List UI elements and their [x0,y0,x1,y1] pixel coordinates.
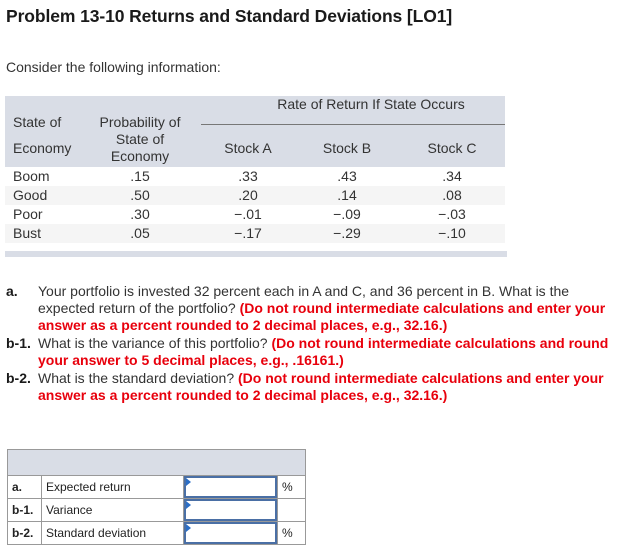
rate-of-return-header: Rate of Return If State Occurs [5,96,505,112]
question-b2: b-2. What is the standard deviation? (Do… [6,370,628,404]
table-row: Boom .15 .33 .43 .34 [5,167,505,186]
question-a: a. Your portfolio is invested 32 percent… [6,283,628,334]
stock-a-cell: −.01 [234,206,262,222]
question-label: a. [6,283,18,299]
probability-cell: .50 [130,187,150,203]
expected-return-input[interactable] [186,478,275,496]
stock-a-cell: .33 [238,168,258,184]
stock-c-cell: −.03 [438,206,466,222]
rate-of-return-label: Rate of Return If State Occurs [277,96,465,112]
state-cell: Boom [13,168,50,184]
probability-cell: .15 [130,168,150,184]
state-cell: Poor [13,206,43,222]
answer-description: Expected return [42,476,184,498]
answer-label: a. [8,476,42,498]
expected-return-field [184,476,277,498]
answer-row-expected-return: a. Expected return % [8,476,305,499]
variance-input[interactable] [186,501,275,519]
probability-cell: .05 [130,225,150,241]
stock-b-cell: .43 [337,168,357,184]
answer-description: Standard deviation [42,522,184,544]
stock-c-cell: .08 [442,187,462,203]
state-cell: Bust [13,225,42,241]
answer-table-header [8,450,305,476]
stock-b-cell: −.09 [333,206,361,222]
answer-row-variance: b-1. Variance [8,499,305,522]
stock-b-cell: −.29 [333,225,361,241]
question-body: What is the standard deviation? (Do not … [38,370,628,404]
table-row: Good .50 .20 .14 .08 [5,186,505,205]
answer-description: Variance [42,499,184,521]
answer-label: b-2. [8,522,42,544]
standard-deviation-input[interactable] [186,524,275,542]
standard-deviation-field [184,522,277,544]
question-text: What is the variance of this portfolio? [38,335,268,351]
stock-a-cell: −.17 [234,225,262,241]
stock-b-header: Stock B [322,140,372,156]
state-header-line1: State of [13,114,62,130]
answer-label: b-1. [8,499,42,521]
stock-c-cell: .34 [442,168,462,184]
problem-title: Problem 13-10 Returns and Standard Devia… [6,6,453,26]
stock-c-header: Stock C [427,140,477,156]
table-footer-bar [5,251,507,257]
stock-b-cell: .14 [337,187,357,203]
stock-a-header: Stock A [224,140,272,156]
question-body: What is the variance of this portfolio? … [38,335,628,369]
table-row: Bust .05 −.17 −.29 −.10 [5,224,505,243]
table-header: Rate of Return If State Occurs State of … [5,96,505,167]
state-header-line2: Economy [13,140,72,156]
unit-label: % [277,522,305,544]
returns-table: Rate of Return If State Occurs State of … [5,96,505,243]
question-label: b-1. [6,335,31,351]
probability-cell: .30 [130,206,150,222]
header-divider [201,124,505,125]
question-b1: b-1. What is the variance of this portfo… [6,335,628,369]
question-body: Your portfolio is invested 32 percent ea… [38,283,628,334]
answer-table: a. Expected return % b-1. Variance b-2. … [7,449,306,545]
variance-field [184,499,277,521]
unit-label: % [277,476,305,498]
stock-a-cell: .20 [238,187,258,203]
input-marker-icon [186,524,191,532]
intro-text: Consider the following information: [6,59,221,75]
input-marker-icon [186,501,191,509]
probability-header: Probability of State of Economy [99,114,181,164]
table-row: Poor .30 −.01 −.09 −.03 [5,205,505,224]
state-cell: Good [13,187,48,203]
answer-row-standard-deviation: b-2. Standard deviation % [8,522,305,544]
input-marker-icon [186,478,191,486]
question-label: b-2. [6,370,31,386]
stock-c-cell: −.10 [438,225,466,241]
unit-label [277,499,305,521]
question-text: What is the standard deviation? [38,370,235,386]
